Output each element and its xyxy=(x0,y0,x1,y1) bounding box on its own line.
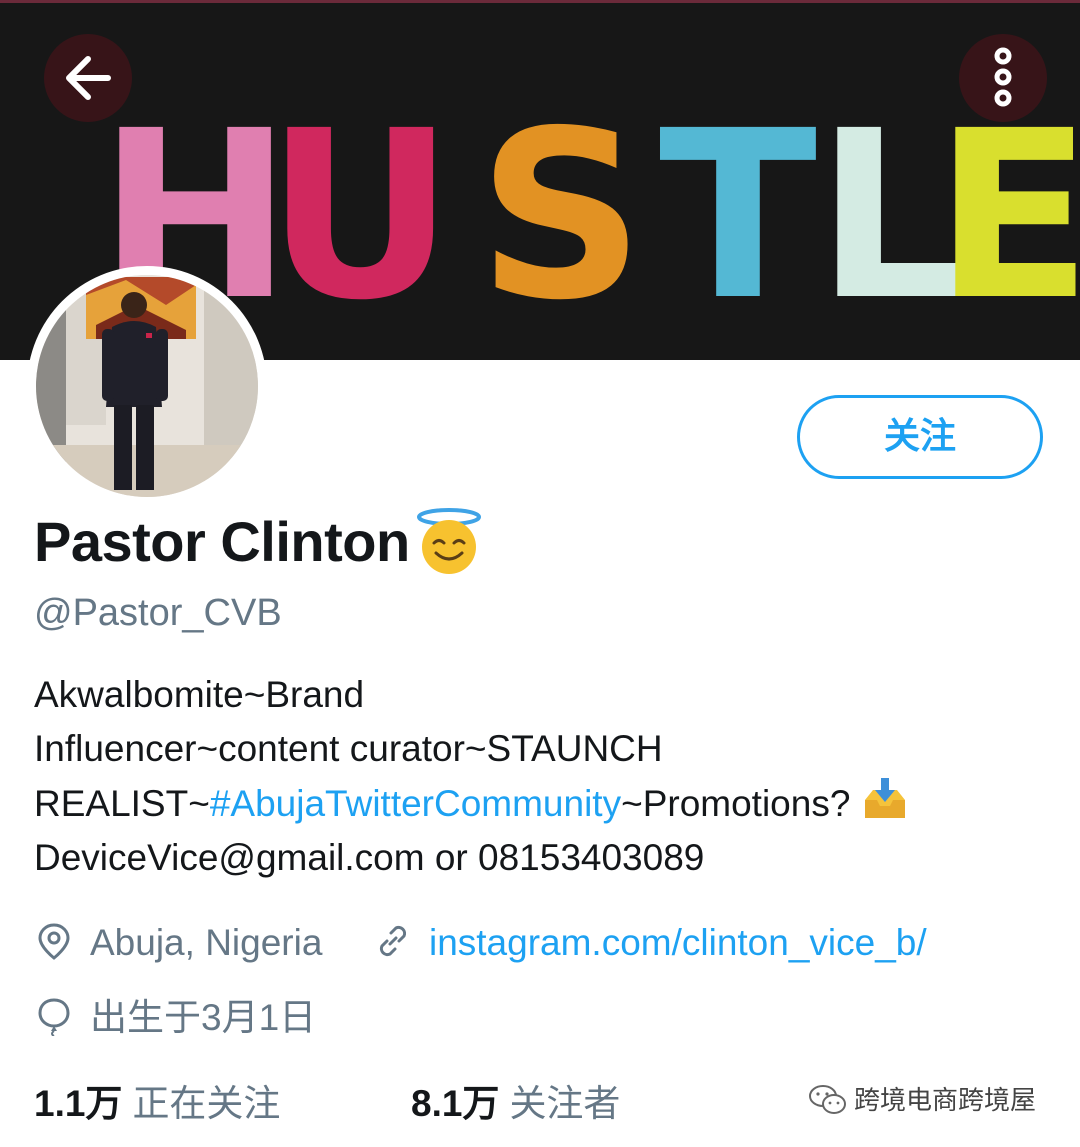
profile-name-row: Pastor Clinton xyxy=(34,506,484,578)
watermark-text: 跨境电商跨境屋 xyxy=(854,1085,1037,1115)
followers-label: 关注者 xyxy=(509,1083,621,1124)
watermark: 跨境电商跨境屋 xyxy=(808,1080,1036,1120)
location-pin-icon xyxy=(38,923,70,960)
follow-button[interactable]: 关注 xyxy=(797,395,1043,479)
profile-handle: @Pastor_CVB xyxy=(34,592,282,634)
bio-text: REALIST~ xyxy=(34,783,210,824)
profile-bio: Akwalbomite~Brand Influencer~content cur… xyxy=(34,668,1054,885)
more-vertical-icon xyxy=(994,47,1012,107)
following-count: 1.1万 xyxy=(34,1083,123,1124)
wechat-icon xyxy=(809,1085,846,1114)
profile-location: Abuja, Nigeria xyxy=(90,922,323,963)
back-button[interactable] xyxy=(44,34,132,122)
arrow-left-icon xyxy=(66,56,111,100)
avatar-photo xyxy=(36,275,258,497)
profile-meta-birthday-row: 出生于3月1日 xyxy=(34,993,316,1043)
more-options-button[interactable] xyxy=(959,34,1047,122)
profile-website-link[interactable]: instagram.com/clinton_vice_b/ xyxy=(429,922,927,963)
bio-line: Akwalbomite~Brand xyxy=(34,674,365,715)
banner-top-border xyxy=(0,0,1080,3)
bio-text: ~Promotions? xyxy=(621,783,861,824)
profile-name: Pastor Clinton xyxy=(34,510,410,573)
followers-stat[interactable]: 8.1万 关注者 xyxy=(411,1083,620,1124)
banner-letter-e: E xyxy=(934,81,1080,351)
avatar[interactable] xyxy=(36,275,258,497)
smiling-face-with-halo-icon xyxy=(417,508,482,574)
followers-count: 8.1万 xyxy=(411,1083,500,1124)
bio-line: REALIST~#AbujaTwitterCommunity~Promotion… xyxy=(34,776,1054,831)
following-stat[interactable]: 1.1万 正在关注 xyxy=(34,1083,280,1124)
inbox-tray-icon xyxy=(864,778,905,818)
balloon-icon xyxy=(38,998,70,1036)
banner-letter-s: S xyxy=(477,81,645,351)
link-icon xyxy=(379,925,406,957)
bio-line: DeviceVice@gmail.com or 08153403089 xyxy=(34,837,705,878)
profile-birthday: 出生于3月1日 xyxy=(90,997,317,1038)
following-label: 正在关注 xyxy=(132,1083,281,1124)
banner-letter-u: U xyxy=(266,81,455,351)
banner-letter-t: T xyxy=(658,81,818,351)
bio-line: Influencer~content curator~STAUNCH xyxy=(34,728,663,769)
profile-meta-location-row: Abuja, Nigeria instagram.com/clinton_vic… xyxy=(34,918,927,968)
banner-hustle-word: H U S T L E xyxy=(98,81,1080,351)
hashtag-link[interactable]: #AbujaTwitterCommunity xyxy=(210,783,621,824)
profile-stats: 1.1万 正在关注 8.1万 关注者 xyxy=(34,1078,620,1130)
